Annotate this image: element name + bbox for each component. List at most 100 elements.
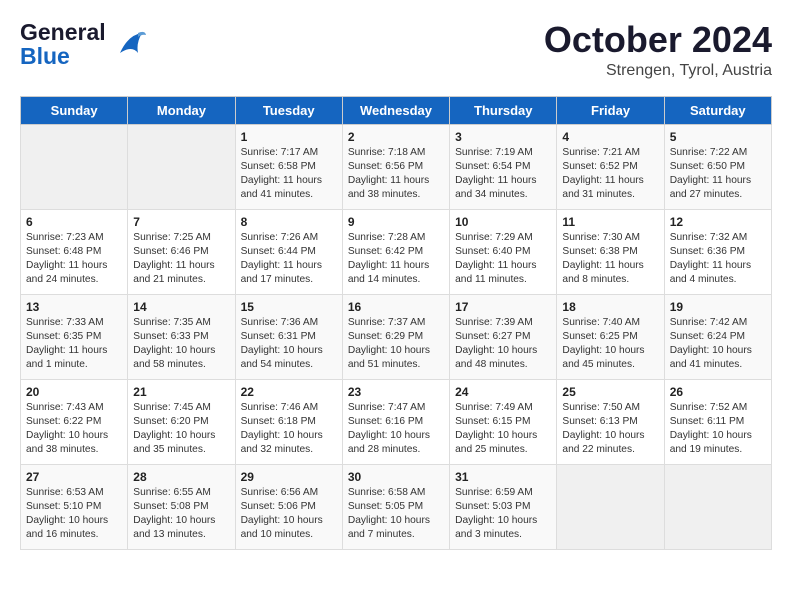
day-number: 25 [562,385,658,399]
calendar-cell: 29Sunrise: 6:56 AM Sunset: 5:06 PM Dayli… [235,464,342,549]
day-number: 19 [670,300,766,314]
day-info: Sunrise: 7:22 AM Sunset: 6:50 PM Dayligh… [670,146,766,203]
day-info: Sunrise: 7:19 AM Sunset: 6:54 PM Dayligh… [455,146,551,203]
day-info: Sunrise: 7:28 AM Sunset: 6:42 PM Dayligh… [348,231,444,288]
day-info: Sunrise: 7:46 AM Sunset: 6:18 PM Dayligh… [241,401,337,458]
calendar-cell: 23Sunrise: 7:47 AM Sunset: 6:16 PM Dayli… [342,379,449,464]
calendar-cell: 10 Sunrise: 7:29 AM Sunset: 6:40 PM Dayli… [450,209,557,294]
day-number: 17 [455,300,551,314]
calendar-cell: 8 Sunrise: 7:26 AM Sunset: 6:44 PM Daylig… [235,209,342,294]
title-block: October 2024 Strengen, Tyrol, Austria [544,20,772,80]
day-number: 31 [455,470,551,484]
calendar-cell: 16 Sunrise: 7:37 AM Sunset: 6:29 PM Dayli… [342,294,449,379]
day-number: 16 [348,300,444,314]
calendar-cell: 30 Sunrise: 6:58 AM Sunset: 5:05 PM Dayli… [342,464,449,549]
day-info: Sunrise: 6:58 AM Sunset: 5:05 PM Dayligh… [348,486,444,543]
header-cell-wednesday: Wednesday [342,96,449,124]
header-cell-saturday: Saturday [664,96,771,124]
day-number: 4 [562,130,658,144]
day-number: 22 [241,385,337,399]
day-number: 27 [26,470,122,484]
calendar-cell: 18Sunrise: 7:40 AM Sunset: 6:25 PM Dayli… [557,294,664,379]
day-info: Sunrise: 7:52 AM Sunset: 6:11 PM Dayligh… [670,401,766,458]
day-info: Sunrise: 7:36 AM Sunset: 6:31 PM Dayligh… [241,316,337,373]
day-number: 28 [133,470,229,484]
day-info: Sunrise: 7:43 AM Sunset: 6:22 PM Dayligh… [26,401,122,458]
day-number: 14 [133,300,229,314]
calendar-cell: 14 Sunrise: 7:35 AM Sunset: 6:33 PM Dayli… [128,294,235,379]
header-cell-monday: Monday [128,96,235,124]
day-info: Sunrise: 7:29 AM Sunset: 6:40 PM Dayligh… [455,231,551,288]
day-info: Sunrise: 7:26 AM Sunset: 6:44 PM Dayligh… [241,231,337,288]
calendar-header-row: SundayMondayTuesdayWednesdayThursdayFrid… [21,96,772,124]
calendar-week-row: 1 Sunrise: 7:17 AM Sunset: 6:58 PM Daylig… [21,124,772,209]
calendar-cell: 20 Sunrise: 7:43 AM Sunset: 6:22 PM Dayli… [21,379,128,464]
calendar-cell: 11 Sunrise: 7:30 AM Sunset: 6:38 PM Dayli… [557,209,664,294]
calendar-cell: 7 Sunrise: 7:25 AM Sunset: 6:46 PM Daylig… [128,209,235,294]
day-info: Sunrise: 7:21 AM Sunset: 6:52 PM Dayligh… [562,146,658,203]
calendar-cell: 5Sunrise: 7:22 AM Sunset: 6:50 PM Daylig… [664,124,771,209]
day-number: 11 [562,215,658,229]
day-info: Sunrise: 7:42 AM Sunset: 6:24 PM Dayligh… [670,316,766,373]
calendar-cell: 15 Sunrise: 7:36 AM Sunset: 6:31 PM Dayli… [235,294,342,379]
day-number: 6 [26,215,122,229]
location-subtitle: Strengen, Tyrol, Austria [544,62,772,80]
day-info: Sunrise: 7:37 AM Sunset: 6:29 PM Dayligh… [348,316,444,373]
calendar-cell: 3 Sunrise: 7:19 AM Sunset: 6:54 PM Daylig… [450,124,557,209]
day-info: Sunrise: 7:33 AM Sunset: 6:35 PM Dayligh… [26,316,122,373]
calendar-cell: 6 Sunrise: 7:23 AM Sunset: 6:48 PM Daylig… [21,209,128,294]
month-title: October 2024 [544,20,772,60]
day-info: Sunrise: 7:17 AM Sunset: 6:58 PM Dayligh… [241,146,337,203]
day-info: Sunrise: 7:18 AM Sunset: 6:56 PM Dayligh… [348,146,444,203]
day-info: Sunrise: 7:50 AM Sunset: 6:13 PM Dayligh… [562,401,658,458]
day-number: 24 [455,385,551,399]
calendar-cell: 9Sunrise: 7:28 AM Sunset: 6:42 PM Daylig… [342,209,449,294]
day-number: 10 [455,215,551,229]
page-header: General Blue October 2024 Strengen, Tyro… [20,20,772,80]
day-info: Sunrise: 7:49 AM Sunset: 6:15 PM Dayligh… [455,401,551,458]
day-info: Sunrise: 7:35 AM Sunset: 6:33 PM Dayligh… [133,316,229,373]
day-info: Sunrise: 7:45 AM Sunset: 6:20 PM Dayligh… [133,401,229,458]
day-number: 8 [241,215,337,229]
day-info: Sunrise: 7:23 AM Sunset: 6:48 PM Dayligh… [26,231,122,288]
calendar-week-row: 20 Sunrise: 7:43 AM Sunset: 6:22 PM Dayli… [21,379,772,464]
calendar-cell [557,464,664,549]
day-number: 30 [348,470,444,484]
calendar-cell [664,464,771,549]
day-number: 3 [455,130,551,144]
calendar-cell [128,124,235,209]
day-number: 15 [241,300,337,314]
day-number: 20 [26,385,122,399]
day-number: 21 [133,385,229,399]
day-number: 7 [133,215,229,229]
calendar-cell: 21 Sunrise: 7:45 AM Sunset: 6:20 PM Dayli… [128,379,235,464]
calendar-cell: 13 Sunrise: 7:33 AM Sunset: 6:35 PM Dayli… [21,294,128,379]
logo-bird-icon [110,25,148,63]
logo-blue: Blue [20,44,106,68]
calendar-cell: 31 Sunrise: 6:59 AM Sunset: 5:03 PM Dayli… [450,464,557,549]
header-cell-sunday: Sunday [21,96,128,124]
calendar-cell [21,124,128,209]
calendar-cell: 19 Sunrise: 7:42 AM Sunset: 6:24 PM Dayli… [664,294,771,379]
calendar-cell: 12 Sunrise: 7:32 AM Sunset: 6:36 PM Dayli… [664,209,771,294]
day-info: Sunrise: 6:59 AM Sunset: 5:03 PM Dayligh… [455,486,551,543]
calendar-cell: 28 Sunrise: 6:55 AM Sunset: 5:08 PM Dayli… [128,464,235,549]
calendar-table: SundayMondayTuesdayWednesdayThursdayFrid… [20,96,772,550]
day-info: Sunrise: 6:55 AM Sunset: 5:08 PM Dayligh… [133,486,229,543]
calendar-cell: 17 Sunrise: 7:39 AM Sunset: 6:27 PM Dayli… [450,294,557,379]
logo-general: General [20,20,106,44]
calendar-cell: 22 Sunrise: 7:46 AM Sunset: 6:18 PM Dayli… [235,379,342,464]
day-info: Sunrise: 7:32 AM Sunset: 6:36 PM Dayligh… [670,231,766,288]
day-number: 26 [670,385,766,399]
day-number: 2 [348,130,444,144]
header-cell-tuesday: Tuesday [235,96,342,124]
day-number: 13 [26,300,122,314]
day-info: Sunrise: 7:30 AM Sunset: 6:38 PM Dayligh… [562,231,658,288]
calendar-cell: 25 Sunrise: 7:50 AM Sunset: 6:13 PM Dayli… [557,379,664,464]
header-cell-friday: Friday [557,96,664,124]
day-number: 12 [670,215,766,229]
day-info: Sunrise: 7:25 AM Sunset: 6:46 PM Dayligh… [133,231,229,288]
day-info: Sunrise: 7:39 AM Sunset: 6:27 PM Dayligh… [455,316,551,373]
day-number: 1 [241,130,337,144]
calendar-body: 1 Sunrise: 7:17 AM Sunset: 6:58 PM Daylig… [21,124,772,549]
